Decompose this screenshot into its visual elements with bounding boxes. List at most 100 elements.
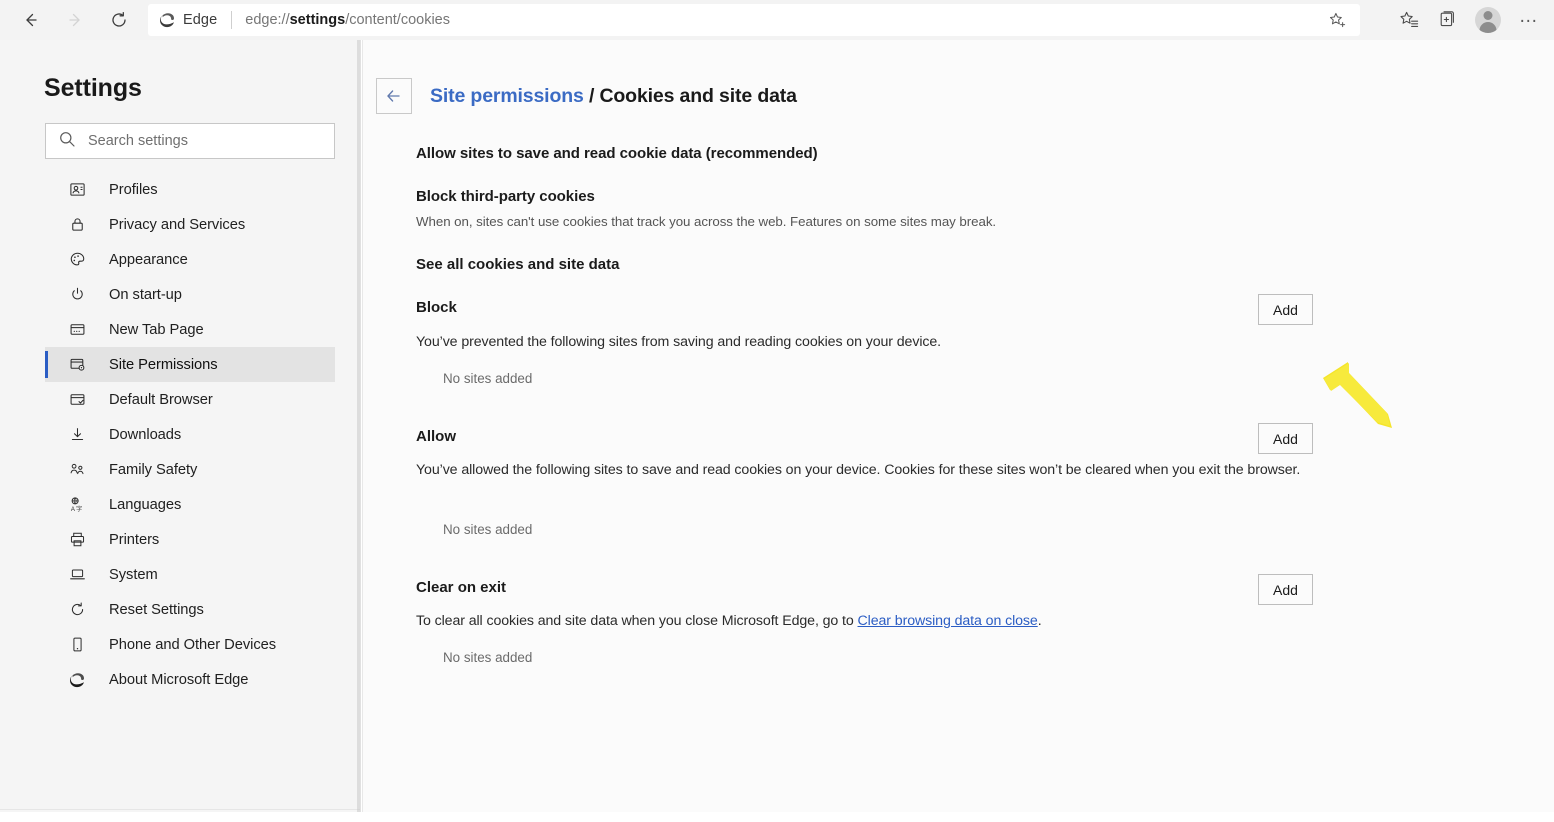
section-allow-description: You’ve allowed the following sites to sa…: [416, 460, 1316, 481]
sidebar-item-new-tab-page[interactable]: New Tab Page: [45, 312, 335, 347]
sidebar-item-downloads[interactable]: Downloads: [45, 417, 335, 452]
avatar: [1475, 7, 1501, 33]
forward-button[interactable]: [58, 3, 92, 37]
sidebar-item-profiles[interactable]: Profiles: [45, 172, 335, 207]
sidebar-item-label: Printers: [109, 532, 159, 548]
sidebar-item-family-safety[interactable]: Family Safety: [45, 452, 335, 487]
settings-content: Site permissions / Cookies and site data…: [363, 40, 1554, 822]
sidebar-item-label: Downloads: [109, 427, 181, 443]
section-block-description: You’ve prevented the following sites fro…: [416, 332, 1336, 353]
sidebar-scrollbar[interactable]: [357, 40, 361, 822]
sidebar-item-label: New Tab Page: [109, 322, 204, 338]
clear-desc-after: .: [1038, 613, 1042, 629]
row-see-all-cookies[interactable]: See all cookies and site data: [416, 256, 1366, 274]
section-clear-on-exit-empty: No sites added: [443, 650, 532, 665]
sidebar-item-label: Phone and Other Devices: [109, 637, 276, 653]
breadcrumb-link-site-permissions[interactable]: Site permissions: [430, 85, 584, 107]
breadcrumb-text: Site permissions / Cookies and site data: [430, 85, 797, 108]
reload-button[interactable]: [102, 3, 136, 37]
breadcrumb: Site permissions / Cookies and site data: [376, 78, 797, 114]
languages-icon: A字: [67, 495, 87, 515]
back-button[interactable]: [14, 3, 48, 37]
omnibox-url: edge://settings/content/cookies: [245, 12, 450, 28]
edge-logo-icon: [67, 670, 87, 690]
sidebar-item-about-microsoft-edge[interactable]: About Microsoft Edge: [45, 662, 335, 697]
row-allow-cookies: Allow sites to save and read cookie data…: [416, 145, 1366, 163]
sidebar-item-on-start-up[interactable]: On start-up: [45, 277, 335, 312]
section-clear-on-exit-title: Clear on exit: [416, 579, 506, 597]
collections-icon[interactable]: [1428, 3, 1466, 37]
section-allow-title: Allow: [416, 428, 456, 446]
printer-icon: [67, 530, 87, 550]
palette-icon: [67, 250, 87, 270]
page-title: Settings: [44, 74, 142, 103]
breadcrumb-separator: /: [584, 85, 600, 107]
phone-icon: [67, 635, 87, 655]
laptop-icon: [67, 565, 87, 585]
sidebar-item-reset-settings[interactable]: Reset Settings: [45, 592, 335, 627]
edge-logo-icon: [158, 11, 176, 29]
sidebar-item-label: Family Safety: [109, 462, 197, 478]
bottom-strip: [0, 812, 1554, 822]
browser-window: Edge edge://settings/content/cookies: [0, 0, 1554, 822]
favorites-icon[interactable]: [1390, 3, 1428, 37]
more-options-icon[interactable]: …: [1510, 3, 1548, 37]
sidebar-item-languages[interactable]: A字 Languages: [45, 487, 335, 522]
add-button-clear-on-exit[interactable]: Add: [1258, 574, 1313, 605]
settings-nav-list: Profiles Privacy and Services Appearance: [45, 172, 335, 697]
omnibox-brand: Edge: [183, 12, 217, 28]
profiles-icon: [67, 180, 87, 200]
section-allow-empty: No sites added: [443, 522, 532, 537]
sidebar-item-site-permissions[interactable]: Site Permissions: [45, 347, 335, 382]
sidebar-item-printers[interactable]: Printers: [45, 522, 335, 557]
sidebar-item-phone-and-other-devices[interactable]: Phone and Other Devices: [45, 627, 335, 662]
family-icon: [67, 460, 87, 480]
add-button-block[interactable]: Add: [1258, 294, 1313, 325]
search-settings-box[interactable]: [45, 123, 335, 159]
sidebar-item-label: Reset Settings: [109, 602, 204, 618]
sidebar-item-label: Languages: [109, 497, 181, 513]
sidebar-item-label: On start-up: [109, 287, 182, 303]
site-permissions-icon: [67, 355, 87, 375]
sidebar-item-privacy-and-services[interactable]: Privacy and Services: [45, 207, 335, 242]
search-input[interactable]: [88, 133, 303, 149]
clear-desc-before: To clear all cookies and site data when …: [416, 613, 858, 629]
browser-toolbar: Edge edge://settings/content/cookies: [0, 0, 1554, 40]
reset-icon: [67, 600, 87, 620]
settings-page: Settings Profiles: [0, 40, 1554, 822]
lock-icon: [67, 215, 87, 235]
row-see-all-cookies-label: See all cookies and site data: [416, 256, 619, 273]
svg-text:A: A: [70, 507, 75, 513]
download-icon: [67, 425, 87, 445]
settings-sidebar: Settings Profiles: [0, 40, 360, 822]
section-block-empty: No sites added: [443, 371, 532, 386]
clear-browsing-data-on-close-link[interactable]: Clear browsing data on close: [858, 613, 1038, 629]
svg-text:字: 字: [76, 505, 82, 513]
sidebar-item-label: Default Browser: [109, 392, 213, 408]
profile-avatar[interactable]: [1466, 3, 1510, 37]
address-bar[interactable]: Edge edge://settings/content/cookies: [148, 4, 1360, 36]
omnibox-divider: [231, 11, 232, 29]
section-clear-on-exit-description: To clear all cookies and site data when …: [416, 611, 1336, 632]
row-block-third-party: Block third-party cookies When on, sites…: [416, 188, 1366, 231]
sidebar-item-appearance[interactable]: Appearance: [45, 242, 335, 277]
sidebar-divider: [0, 809, 360, 810]
sidebar-item-label: Privacy and Services: [109, 217, 245, 233]
favorite-star-icon[interactable]: [1324, 7, 1350, 33]
sidebar-item-label: Appearance: [109, 252, 188, 268]
sidebar-item-label: Site Permissions: [109, 357, 218, 373]
row-block-third-party-label: Block third-party cookies: [416, 188, 1366, 205]
toolbar-actions: …: [1390, 0, 1548, 40]
newtab-icon: [67, 320, 87, 340]
row-allow-cookies-label: Allow sites to save and read cookie data…: [416, 145, 818, 162]
back-to-site-permissions-button[interactable]: [376, 78, 412, 114]
browser-window-icon: [67, 390, 87, 410]
sidebar-item-system[interactable]: System: [45, 557, 335, 592]
add-button-allow[interactable]: Add: [1258, 423, 1313, 454]
sidebar-item-label: System: [109, 567, 158, 583]
search-icon: [58, 130, 76, 153]
breadcrumb-current: Cookies and site data: [599, 85, 796, 107]
section-block-title: Block: [416, 299, 457, 317]
ellipsis-glyph: …: [1519, 7, 1540, 26]
sidebar-item-default-browser[interactable]: Default Browser: [45, 382, 335, 417]
